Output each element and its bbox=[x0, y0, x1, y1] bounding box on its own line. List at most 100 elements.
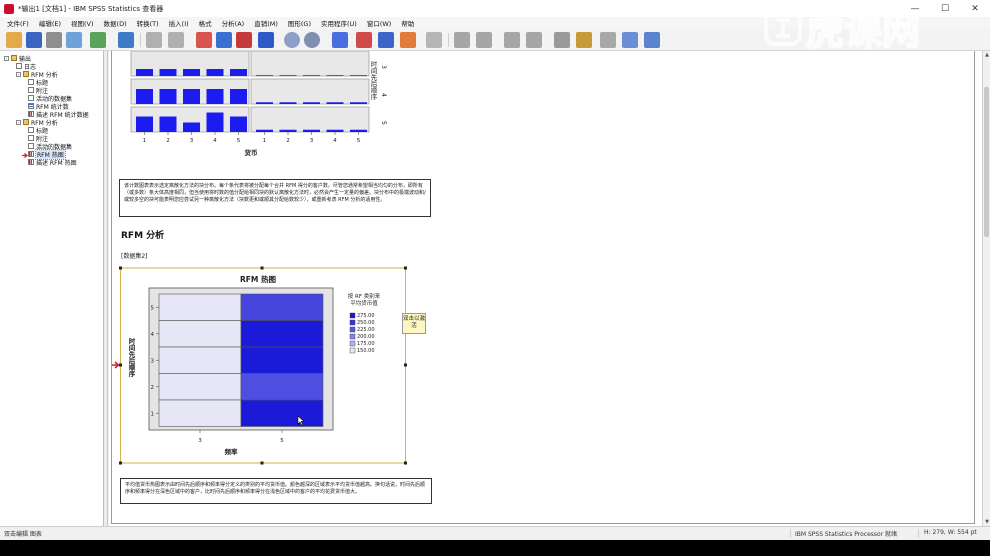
outline-tree-pane: - 输出 日志 - RFM 分析 标题 附注 活动的数据集 RFM 统计数 描述 RFM 统计数据… bbox=[0, 51, 104, 526]
show-output-window-icon[interactable] bbox=[622, 32, 638, 48]
resize-handle[interactable] bbox=[119, 266, 122, 270]
tree-collapse-icon[interactable]: - bbox=[16, 71, 21, 77]
status-divider bbox=[790, 529, 791, 538]
vertical-scrollbar[interactable]: ▲ ▼ bbox=[982, 51, 990, 526]
legend-swatch bbox=[349, 333, 356, 340]
resize-handle[interactable] bbox=[260, 266, 264, 270]
insert-heading-icon[interactable] bbox=[356, 32, 372, 48]
variables-icon[interactable] bbox=[258, 32, 274, 48]
bar bbox=[303, 75, 320, 76]
show-all-variables-icon[interactable] bbox=[304, 32, 320, 48]
undo-icon[interactable] bbox=[146, 32, 162, 48]
legend-label: 275.00 bbox=[357, 313, 375, 319]
menu-item-1[interactable]: 编辑(E) bbox=[34, 18, 66, 28]
insert-text-icon[interactable] bbox=[400, 32, 416, 48]
hide-icon[interactable] bbox=[576, 32, 592, 48]
expand-plus-icon[interactable] bbox=[504, 32, 520, 48]
goto-variable-icon[interactable] bbox=[236, 32, 252, 48]
x-axis-label: 频率 bbox=[225, 447, 239, 456]
rfm-bar-chart-matrix[interactable]: 345时间先后顺序1 2 3 4 5 1 2 3 4 5货币 bbox=[120, 51, 400, 166]
bar bbox=[136, 116, 153, 132]
menu-item-4[interactable]: 转换(T) bbox=[132, 18, 164, 28]
bar bbox=[183, 122, 200, 132]
chart-icon bbox=[28, 151, 34, 157]
dataset-label: [数据集2] bbox=[121, 253, 148, 260]
x-axis-label: 货币 bbox=[244, 148, 259, 157]
row-label: 5 bbox=[380, 121, 387, 125]
designate-window-icon[interactable] bbox=[600, 32, 616, 48]
show-icon[interactable] bbox=[554, 32, 570, 48]
resize-handle[interactable] bbox=[404, 363, 407, 367]
menu-item-3[interactable]: 数据(D) bbox=[99, 18, 132, 28]
print-preview-icon[interactable] bbox=[66, 32, 82, 48]
export-icon[interactable] bbox=[90, 32, 106, 48]
recall-dialog-icon[interactable] bbox=[118, 32, 134, 48]
bar bbox=[303, 129, 320, 132]
tree-collapse-icon[interactable]: - bbox=[16, 119, 21, 125]
bar bbox=[159, 89, 177, 104]
x-tick-label: 5 bbox=[237, 138, 241, 144]
insert-object-icon[interactable] bbox=[426, 32, 442, 48]
resize-handle[interactable] bbox=[119, 461, 122, 465]
resize-handle[interactable] bbox=[404, 266, 407, 270]
heatmap-cell bbox=[158, 346, 242, 374]
menu-item-5[interactable]: 插入(I) bbox=[164, 18, 194, 28]
menu-item-10[interactable]: 实用程序(U) bbox=[316, 18, 362, 28]
goto-data-icon[interactable] bbox=[196, 32, 212, 48]
bar bbox=[326, 129, 344, 132]
legend-label: 200.00 bbox=[357, 334, 375, 340]
menu-item-2[interactable]: 视图(V) bbox=[66, 18, 99, 28]
bar bbox=[159, 69, 177, 76]
menu-item-8[interactable]: 直销(M) bbox=[249, 18, 283, 28]
menu-item-6[interactable]: 格式 bbox=[194, 18, 217, 28]
x-tick-label: 3 bbox=[198, 438, 202, 444]
heatmap-cell bbox=[240, 320, 324, 348]
menu-item-7[interactable]: 分析(A) bbox=[217, 18, 250, 28]
open-folder-icon[interactable] bbox=[6, 32, 22, 48]
menu-item-11[interactable]: 窗口(W) bbox=[362, 18, 397, 28]
legend-swatch bbox=[349, 326, 356, 333]
pane-splitter[interactable] bbox=[104, 51, 108, 526]
forward-arrow-icon[interactable] bbox=[476, 32, 492, 48]
use-sets-icon[interactable] bbox=[284, 32, 300, 48]
menu-item-9[interactable]: 图形(G) bbox=[283, 18, 316, 28]
legend-label: 225.00 bbox=[357, 327, 375, 333]
section-heading: RFM 分析 bbox=[121, 231, 165, 241]
x-tick-label: 5 bbox=[357, 138, 361, 144]
bar bbox=[326, 75, 344, 76]
spss-viewer-window: *输出1 [文档1] - IBM SPSS Statistics 查看器 — ☐… bbox=[0, 0, 990, 540]
tree-item[interactable]: 描述 RFM 热图 bbox=[28, 158, 77, 167]
bar-chart-description-note[interactable]: 该计数图表表示选定离散化方法的块分布。每个条代表将被分配每个合并 RFM 得分的… bbox=[119, 179, 431, 217]
rfm-heatmap-chart[interactable]: RFM 热图 1 2 3 4 5 3 5 频率 时间先后顺序 按 RF 类别来平均货币值 275.00… bbox=[112, 264, 408, 466]
create-edit-autoscript-icon[interactable] bbox=[644, 32, 660, 48]
spell-check-icon[interactable] bbox=[332, 32, 348, 48]
goto-case-icon[interactable] bbox=[216, 32, 232, 48]
status-divider bbox=[918, 529, 919, 538]
collapse-minus-icon[interactable] bbox=[526, 32, 542, 48]
resize-handle[interactable] bbox=[260, 461, 264, 465]
scroll-down-arrow-icon[interactable]: ▼ bbox=[983, 518, 990, 526]
bar bbox=[183, 69, 200, 76]
svg-text:虎课网: 虎课网 bbox=[806, 9, 920, 52]
redo-icon[interactable] bbox=[168, 32, 184, 48]
tree-collapse-icon[interactable]: - bbox=[4, 55, 9, 61]
heatmap-description-note[interactable]: 平均值货币热图表示由时间先后顺序和频率得分定义的类别的平均货币值。颜色越深的区域… bbox=[120, 478, 432, 504]
doc-icon bbox=[28, 95, 34, 101]
x-tick-label: 4 bbox=[213, 138, 217, 144]
legend-label: 250.00 bbox=[357, 320, 375, 326]
resize-handle[interactable] bbox=[404, 461, 407, 465]
save-icon[interactable] bbox=[26, 32, 42, 48]
menu-item-0[interactable]: 文件(F) bbox=[2, 18, 34, 28]
print-icon[interactable] bbox=[46, 32, 62, 48]
menu-item-12[interactable]: 帮助 bbox=[396, 18, 419, 28]
back-arrow-icon[interactable] bbox=[454, 32, 470, 48]
scrollbar-thumb[interactable] bbox=[984, 87, 989, 237]
y-tick-label: 3 bbox=[151, 358, 155, 364]
heatmap-cell bbox=[240, 346, 324, 374]
bar bbox=[230, 116, 247, 132]
bar bbox=[350, 129, 367, 132]
insert-title-icon[interactable] bbox=[378, 32, 394, 48]
scroll-up-arrow-icon[interactable]: ▲ bbox=[983, 51, 990, 59]
toolbar-separator bbox=[448, 33, 449, 47]
bar bbox=[326, 102, 344, 104]
